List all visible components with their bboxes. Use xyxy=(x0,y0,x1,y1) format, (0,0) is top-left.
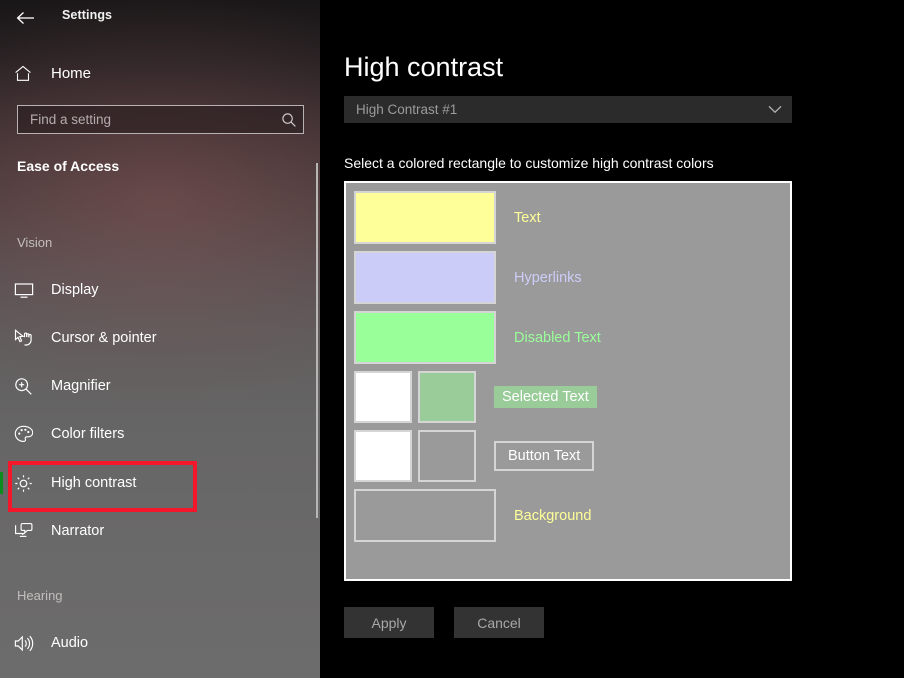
monitor-icon xyxy=(14,282,48,299)
button-text-foreground-swatch[interactable] xyxy=(354,430,412,482)
sidebar-item-color-filters-label: Color filters xyxy=(51,426,125,442)
group-label-hearing: Hearing xyxy=(17,588,63,603)
disabled-text-color-swatch[interactable] xyxy=(354,311,496,364)
theme-select-value: High Contrast #1 xyxy=(356,102,458,117)
sidebar-item-cursor-pointer[interactable]: Cursor & pointer xyxy=(0,321,300,355)
sidebar-item-audio[interactable]: Audio xyxy=(0,626,300,660)
main-content: High contrast High Contrast #1 Select a … xyxy=(320,0,904,678)
swatch-label-button-text: Button Text xyxy=(494,441,595,471)
speaker-volume-icon xyxy=(14,635,48,652)
swatch-row-hyperlinks: Hyperlinks xyxy=(354,251,790,304)
sidebar-item-home[interactable]: Home xyxy=(0,58,300,88)
theme-select-dropdown[interactable]: High Contrast #1 xyxy=(344,96,792,123)
sidebar-item-cursor-pointer-label: Cursor & pointer xyxy=(51,330,157,346)
cancel-button[interactable]: Cancel xyxy=(454,607,544,638)
sidebar-item-narrator[interactable]: Narrator xyxy=(0,514,300,548)
group-label-vision: Vision xyxy=(17,235,53,250)
swatch-label-disabled-text: Disabled Text xyxy=(514,329,601,346)
instruction-text: Select a colored rectangle to customize … xyxy=(344,155,714,171)
window-title: Settings xyxy=(62,8,113,22)
search-box[interactable] xyxy=(17,105,304,134)
cursor-pointer-icon xyxy=(14,329,48,347)
swatch-label-background: Background xyxy=(514,507,592,524)
sidebar-item-audio-label: Audio xyxy=(51,635,89,651)
chevron-down-icon xyxy=(758,96,792,123)
sidebar-item-magnifier-label: Magnifier xyxy=(51,378,111,394)
color-swatch-panel: Text Hyperlinks Disabled Text Selected T… xyxy=(344,181,792,581)
sidebar-item-magnifier[interactable]: Magnifier xyxy=(0,369,300,403)
sidebar-item-home-label: Home xyxy=(51,64,92,82)
palette-icon xyxy=(14,425,48,443)
swatch-row-selected-text: Selected Text xyxy=(354,371,790,423)
hyperlink-color-swatch[interactable] xyxy=(354,251,496,304)
brightness-sun-icon xyxy=(14,474,48,493)
home-icon xyxy=(14,65,48,82)
back-arrow-icon[interactable] xyxy=(10,4,40,32)
swatch-label-selected-text: Selected Text xyxy=(494,386,597,408)
action-button-row: Apply Cancel xyxy=(344,607,544,638)
search-input[interactable] xyxy=(18,112,275,127)
apply-button[interactable]: Apply xyxy=(344,607,434,638)
sidebar: Settings Home Ease of Access Vision xyxy=(0,0,320,678)
text-color-swatch[interactable] xyxy=(354,191,496,244)
swatch-row-button-text: Button Text xyxy=(354,430,790,482)
sidebar-item-display-label: Display xyxy=(51,282,99,298)
page-title: High contrast xyxy=(344,52,504,82)
settings-window: Settings Home Ease of Access Vision xyxy=(0,0,904,678)
swatch-label-text: Text xyxy=(514,209,541,226)
selected-text-background-swatch[interactable] xyxy=(418,371,476,423)
window-titlebar: Settings xyxy=(0,0,320,34)
swatch-label-hyperlinks: Hyperlinks xyxy=(514,269,582,286)
sidebar-scrollbar[interactable] xyxy=(316,163,318,518)
sidebar-item-display[interactable]: Display xyxy=(0,273,300,307)
search-icon[interactable] xyxy=(275,106,303,133)
narrator-monitor-speech-icon xyxy=(14,522,48,540)
swatch-row-text: Text xyxy=(354,191,790,244)
background-color-swatch[interactable] xyxy=(354,489,496,542)
button-text-background-swatch[interactable] xyxy=(418,430,476,482)
category-heading: Ease of Access xyxy=(17,158,120,174)
selection-indicator xyxy=(0,472,3,494)
sidebar-item-narrator-label: Narrator xyxy=(51,523,105,539)
sidebar-item-high-contrast-label: High contrast xyxy=(51,475,137,491)
sidebar-item-color-filters[interactable]: Color filters xyxy=(0,417,300,451)
magnifier-icon xyxy=(14,377,48,396)
swatch-row-disabled-text: Disabled Text xyxy=(354,311,790,364)
swatch-row-background: Background xyxy=(354,489,790,542)
selected-text-foreground-swatch[interactable] xyxy=(354,371,412,423)
sidebar-item-high-contrast[interactable]: High contrast xyxy=(0,466,300,500)
